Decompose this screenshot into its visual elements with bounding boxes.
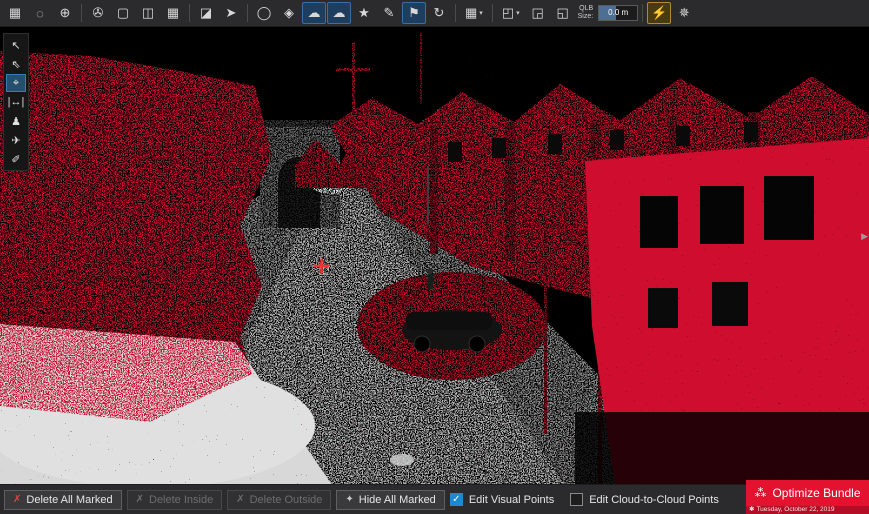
move-crosshair-icon[interactable]: ⌖ — [6, 74, 26, 92]
flythrough-icon[interactable]: ✈ — [6, 131, 26, 149]
star-icon[interactable]: ★ — [352, 2, 376, 24]
tag-icon[interactable]: ◈ — [277, 2, 301, 24]
toolbar-separator — [81, 4, 82, 22]
panel-expand-chevron[interactable]: ▶ — [861, 231, 868, 242]
cloud-icon[interactable]: ☁ — [302, 2, 326, 24]
toolbar-separator — [492, 4, 493, 22]
toolbar-separator — [642, 4, 643, 22]
edit-cloud-to-cloud-checkbox[interactable]: Edit Cloud-to-Cloud Points — [570, 493, 719, 506]
viewport-3d: ↖ ⇖ ⌖ |↔| ♟ ✈ ✐ ▶ — [0, 26, 869, 485]
location-pin-icon[interactable]: ⚑ — [402, 2, 426, 24]
spray-icon[interactable]: ✵ — [672, 2, 696, 24]
checkbox-unchecked-icon[interactable] — [570, 493, 583, 506]
orbit-circle-icon[interactable]: ◯ — [252, 2, 276, 24]
checkbox-checked-icon[interactable]: ✓ — [450, 493, 463, 506]
check-glyph: ✓ — [452, 495, 460, 505]
toolbar-separator — [189, 4, 190, 22]
optimize-bundle-button[interactable]: ⁂ Optimize Bundle — [746, 480, 869, 506]
layout-split-icon[interactable]: ◫ — [136, 2, 160, 24]
cube-m-icon[interactable]: ◱ — [551, 2, 575, 24]
bottom-toolbar: ✗ Delete All Marked ✗ Delete Inside ✗ De… — [0, 484, 869, 514]
delete-inside-label: Delete Inside — [149, 494, 213, 506]
edit-visual-points-checkbox[interactable]: ✓ Edit Visual Points — [450, 493, 554, 506]
display-mode-dropdown[interactable]: ▦ ▾ — [460, 2, 488, 24]
chevron-down-icon: ▾ — [479, 9, 483, 17]
delete-outside-button[interactable]: ✗ Delete Outside — [227, 490, 331, 510]
status-date-strip: ✱ Tuesday, October 22, 2019 — [746, 506, 869, 514]
hide-all-marked-label: Hide All Marked — [359, 494, 436, 506]
optimize-bundle-area: ⁂ Optimize Bundle ✱ Tuesday, October 22,… — [746, 480, 869, 514]
cloud-upload-icon[interactable]: ☁ — [327, 2, 351, 24]
zoom-region-icon[interactable]: ⊕ — [53, 2, 77, 24]
delete-all-marked-label: Delete All Marked — [26, 494, 112, 506]
layout-grid-icon[interactable]: ▦ — [161, 2, 185, 24]
camera-icon[interactable]: ✇ — [86, 2, 110, 24]
delete-marked-icon: ✗ — [13, 494, 21, 505]
delete-inside-button[interactable]: ✗ Delete Inside — [127, 490, 223, 510]
delete-outside-label: Delete Outside — [250, 494, 323, 506]
measure-distance-icon[interactable]: |↔| — [6, 93, 26, 111]
select-arrow-icon[interactable]: ↖ — [6, 36, 26, 54]
bundle-icon: ⁂ — [754, 486, 766, 500]
layout-single-icon[interactable]: ▢ — [111, 2, 135, 24]
edit-cloud-to-cloud-label: Edit Cloud-to-Cloud Points — [589, 494, 719, 506]
status-date-text: Tuesday, October 22, 2019 — [756, 506, 834, 514]
qlb-size-input[interactable]: 0.0 m — [598, 5, 638, 21]
pencil-icon[interactable]: ✎ — [377, 2, 401, 24]
lasso-select-icon[interactable]: ◌ — [28, 2, 52, 24]
qlb-size-label-line2: Size: — [578, 13, 594, 21]
cube-camera-icon[interactable]: ◲ — [526, 2, 550, 24]
app-window: ▦ ◌ ⊕ ✇ ▢ ◫ ▦ ◪ ➤ ◯ ◈ ☁ ☁ ★ ✎ ⚑ ↻ ▦ ▾ ◰ … — [0, 0, 869, 514]
delete-all-marked-button[interactable]: ✗ Delete All Marked — [4, 490, 122, 510]
chevron-down-icon: ▾ — [516, 9, 520, 17]
flashlight-icon[interactable]: ⚡ — [647, 2, 671, 24]
qlb-size-value: 0.0 m — [599, 6, 637, 19]
mark-brush-icon[interactable]: ✐ — [6, 150, 26, 168]
delete-inside-icon: ✗ — [136, 494, 144, 505]
delete-outside-icon: ✗ — [236, 494, 244, 505]
pick-cursor-icon[interactable]: ➤ — [219, 2, 243, 24]
calendar-icon: ✱ — [749, 506, 754, 514]
cube-menu-dropdown[interactable]: ◰ ▾ — [497, 2, 525, 24]
top-toolbar: ▦ ◌ ⊕ ✇ ▢ ◫ ▦ ◪ ➤ ◯ ◈ ☁ ☁ ★ ✎ ⚑ ↻ ▦ ▾ ◰ … — [0, 0, 869, 27]
edit-visual-points-label: Edit Visual Points — [469, 494, 554, 506]
select-arrow-alt-icon[interactable]: ⇖ — [6, 55, 26, 73]
toolbar-separator — [455, 4, 456, 22]
point-cloud-canvas[interactable] — [0, 26, 869, 485]
display-mode-icon: ▦ — [465, 5, 477, 21]
toolbar-separator — [247, 4, 248, 22]
cube-menu-icon: ◰ — [502, 5, 514, 21]
hide-all-marked-button[interactable]: ✦ Hide All Marked — [336, 490, 444, 510]
person-view-icon[interactable]: ♟ — [6, 112, 26, 130]
optimize-bundle-label: Optimize Bundle — [772, 486, 860, 500]
qlb-size-label-line1: QLB — [578, 5, 594, 13]
left-toolbar: ↖ ⇖ ⌖ |↔| ♟ ✈ ✐ — [3, 33, 29, 171]
fence-select-icon[interactable]: ▦ — [3, 2, 27, 24]
hide-marked-icon: ✦ — [345, 494, 353, 505]
rotate-user-icon[interactable]: ↻ — [427, 2, 451, 24]
qlb-size-label: QLB Size: — [578, 5, 594, 21]
eraser-icon[interactable]: ◪ — [194, 2, 218, 24]
